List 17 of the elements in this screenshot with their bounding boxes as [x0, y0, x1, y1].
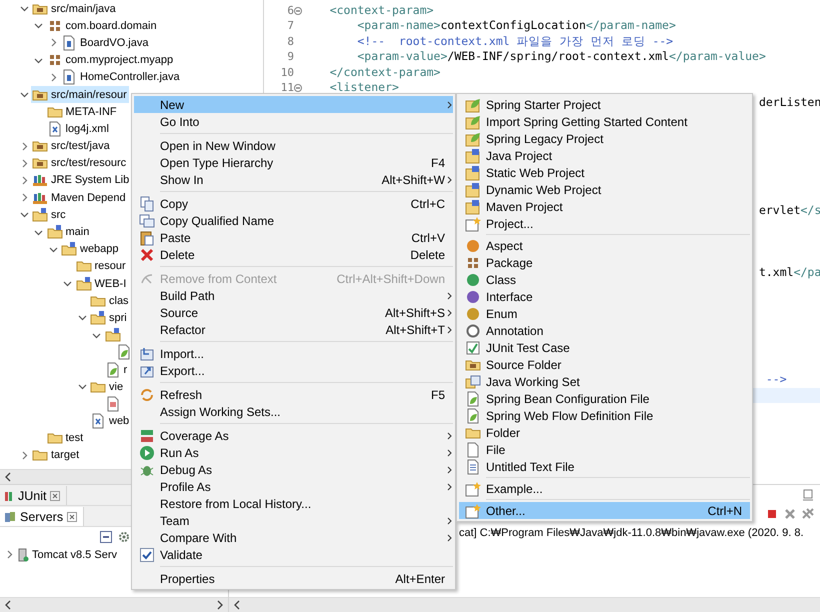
code-line: <param-name>contextConfigLocation</param-name> [356, 18, 676, 34]
code-line: <listener> [328, 80, 399, 96]
line-number: 9 [286, 49, 294, 65]
console-output: cat] C:₩Program Files₩Java₩jdk-11.0.8₩bin₩javaw.exe (2020. 9. 8. [459, 526, 804, 541]
line-number: 8 [286, 34, 294, 50]
code-line: <!-- root-context.xml 파일을 가장 먼저 로딩 --> [356, 34, 674, 50]
code-line: derListen [758, 95, 820, 111]
code-line: --> [764, 372, 787, 388]
code-line: <param-value>/WEB-INF/spring/root-context.xml</param-value> [356, 49, 766, 65]
code-line: ervlet</s [758, 203, 820, 218]
line-number: 7 [286, 18, 294, 34]
line-number: 6 [286, 3, 294, 18]
line-number: 11 [280, 80, 294, 96]
code-line: </context-param> [328, 64, 440, 80]
code-line: <context-param> [328, 3, 434, 18]
code-line: t.xml</pa [758, 264, 820, 280]
line-number: 10 [280, 64, 294, 80]
